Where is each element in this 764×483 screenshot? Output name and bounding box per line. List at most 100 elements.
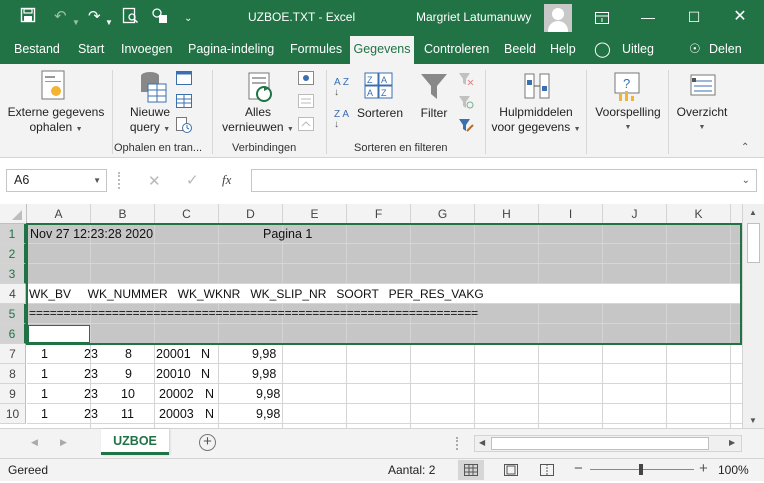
clear-filter-icon[interactable] <box>458 71 474 90</box>
scroll-left-icon[interactable]: ◀ <box>479 438 485 447</box>
cell-b9[interactable]: 10 <box>121 384 135 404</box>
row-2[interactable] <box>27 244 742 264</box>
filter-icon[interactable] <box>420 72 448 105</box>
share-button[interactable]: Delen <box>709 42 742 56</box>
column-header-h[interactable]: H <box>475 204 539 224</box>
external-data-icon[interactable] <box>39 70 69 105</box>
page-layout-icon[interactable] <box>504 464 518 479</box>
cell-c10[interactable]: 20003 <box>159 404 194 424</box>
cell-c9[interactable]: 20002 <box>159 384 194 404</box>
tab-invoegen[interactable]: Invoegen <box>121 42 172 56</box>
tab-gegevens[interactable]: Gegevens <box>350 36 414 64</box>
row-header-9[interactable]: 9 <box>0 384 26 404</box>
vertical-scrollbar[interactable]: ▲ ▼ <box>742 204 764 428</box>
vertical-scroll-thumb[interactable] <box>747 223 760 263</box>
scroll-up-icon[interactable]: ▲ <box>749 208 757 217</box>
cell-d8[interactable]: 9,98 <box>252 364 276 384</box>
row-header-10[interactable]: 10 <box>0 404 26 424</box>
select-all-button[interactable] <box>0 204 27 224</box>
add-sheet-icon[interactable]: + <box>199 434 216 451</box>
data-tools-icon[interactable] <box>523 72 551 103</box>
cell-a5[interactable]: ========================================… <box>29 303 478 323</box>
forecast-button[interactable]: Voorspelling ▼ <box>588 105 668 135</box>
outline-icon[interactable] <box>689 72 717 103</box>
tab-split-handle[interactable] <box>456 437 459 450</box>
row-3[interactable] <box>27 264 742 284</box>
redo-icon[interactable]: ↷ <box>88 7 101 27</box>
collapse-ribbon-icon[interactable]: ⌃ <box>741 142 749 153</box>
next-sheet-icon[interactable]: ▶ <box>60 437 67 448</box>
data-tools-button[interactable]: Hulpmiddelen voor gegevens ▼ <box>488 105 584 137</box>
cell-a9[interactable]: 1 <box>41 384 48 404</box>
cell-a10[interactable]: 1 <box>41 404 48 424</box>
formula-input[interactable]: ⌄ <box>251 169 757 192</box>
name-box-dropdown-icon[interactable]: ▼ <box>93 170 101 191</box>
avatar[interactable] <box>544 4 572 32</box>
column-header-d[interactable]: D <box>219 204 283 224</box>
zoom-in-icon[interactable]: + <box>699 460 708 477</box>
touch-mode-icon[interactable] <box>151 7 168 30</box>
external-data-button[interactable]: Externe gegevens ophalen ▼ <box>4 105 108 137</box>
cell-c10-soort[interactable]: N <box>205 404 214 424</box>
cell-c9-soort[interactable]: N <box>205 384 214 404</box>
cell-b10[interactable]: 11 <box>121 404 134 424</box>
filter-button[interactable]: Filter <box>418 106 450 121</box>
active-cell-a6[interactable] <box>28 325 90 343</box>
column-header-k[interactable]: K <box>667 204 731 224</box>
minimize-icon[interactable]: — <box>630 0 666 36</box>
connections-icon[interactable] <box>298 71 314 88</box>
cell-a10-num[interactable]: 23 <box>84 404 98 424</box>
from-table-icon[interactable] <box>176 94 192 111</box>
share-icon[interactable]: ☉ <box>689 41 701 57</box>
tab-formules[interactable]: Formules <box>290 42 342 56</box>
reapply-filter-icon[interactable] <box>458 94 474 113</box>
customize-toolbar-icon[interactable]: ⌄ <box>184 9 192 29</box>
scroll-down-icon[interactable]: ▼ <box>749 416 757 425</box>
scroll-right-icon[interactable]: ▶ <box>729 438 735 447</box>
cell-a8-num[interactable]: 23 <box>84 364 98 384</box>
horizontal-scroll-thumb[interactable] <box>491 437 709 450</box>
advanced-filter-icon[interactable] <box>458 117 474 136</box>
new-query-icon[interactable] <box>138 70 168 107</box>
tab-beeld[interactable]: Beeld <box>504 42 536 56</box>
cell-b7[interactable]: 8 <box>125 344 132 364</box>
row-header-6[interactable]: 6 <box>0 324 26 344</box>
row-header-5[interactable]: 5 <box>0 304 26 324</box>
page-break-icon[interactable] <box>540 464 554 479</box>
tab-pagina-indeling[interactable]: Pagina-indeling <box>188 42 274 56</box>
cell-e1[interactable]: Pagina 1 <box>263 224 312 244</box>
row-header-4[interactable]: 4 <box>0 284 26 304</box>
undo-icon[interactable]: ↶ <box>54 7 67 27</box>
refresh-all-icon[interactable] <box>246 72 276 107</box>
zoom-out-icon[interactable]: − <box>574 460 583 477</box>
row-6[interactable] <box>27 324 742 344</box>
sort-icon[interactable]: ZAAZ <box>364 72 394 103</box>
column-header-c[interactable]: C <box>155 204 219 224</box>
tab-bestand[interactable]: Bestand <box>14 42 60 56</box>
refresh-all-button[interactable]: Alles vernieuwen ▼ <box>218 105 298 137</box>
cell-c7-soort[interactable]: N <box>201 344 210 364</box>
column-header-g[interactable]: G <box>411 204 475 224</box>
zoom-slider-thumb[interactable] <box>639 464 643 475</box>
column-header-f[interactable]: F <box>347 204 411 224</box>
cell-c7[interactable]: 20001 <box>156 344 191 364</box>
redo-dropdown-icon[interactable]: ▼ <box>105 13 113 33</box>
sort-az-icon[interactable]: A Z ↓ <box>334 78 349 98</box>
insert-function-icon[interactable]: fx <box>222 172 231 188</box>
tab-controleren[interactable]: Controleren <box>424 42 489 56</box>
forecast-icon[interactable]: ? <box>613 72 641 105</box>
expand-formula-icon[interactable]: ⌄ <box>742 170 750 191</box>
resize-handle[interactable] <box>118 172 121 189</box>
cell-d10[interactable]: 9,98 <box>256 404 280 424</box>
undo-dropdown-icon[interactable]: ▼ <box>72 13 80 33</box>
tab-start[interactable]: Start <box>78 42 104 56</box>
recent-sources-icon[interactable] <box>176 117 192 136</box>
cancel-icon[interactable]: ✕ <box>148 172 161 190</box>
column-header-j[interactable]: J <box>603 204 667 224</box>
cell-d7[interactable]: 9,98 <box>252 344 276 364</box>
row-header-3[interactable]: 3 <box>0 264 26 284</box>
print-preview-icon[interactable] <box>122 7 139 30</box>
normal-view-icon[interactable] <box>458 460 484 480</box>
tab-help[interactable]: Help <box>550 42 576 56</box>
cell-a8[interactable]: 1 <box>41 364 48 384</box>
